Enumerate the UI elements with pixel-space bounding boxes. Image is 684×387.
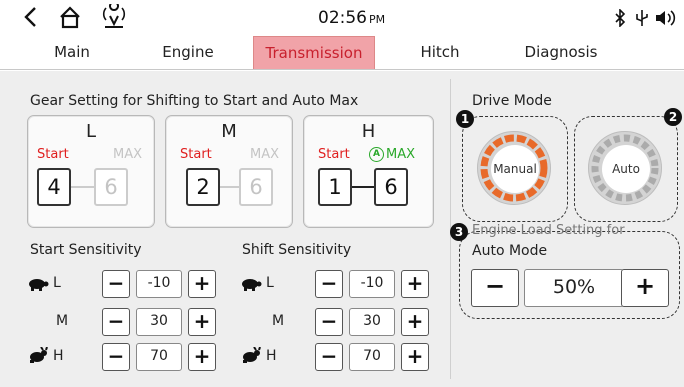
tab-main[interactable]: Main — [32, 36, 112, 69]
start-gear-value[interactable]: 1 — [318, 168, 352, 206]
tab-hitch[interactable]: Hitch — [400, 36, 480, 69]
rabbit-icon — [27, 346, 49, 367]
shift-m-value: 30 — [349, 308, 395, 336]
load-minus-button[interactable]: − — [471, 269, 519, 307]
start-l-value: -10 — [136, 270, 182, 298]
gear-card-h: H Start A MAX 1 6 — [303, 115, 434, 228]
status-bar: 02:56 PM — [0, 0, 684, 36]
clock-ampm: PM — [369, 13, 386, 26]
max-label: MAX — [386, 147, 416, 162]
row-label: L — [266, 275, 274, 291]
gear-setting-title: Gear Setting for Shifting to Start and A… — [30, 93, 359, 109]
auto-mode-button[interactable]: Auto — [588, 131, 662, 205]
gear-card-m: M Start MAX 2 6 — [165, 115, 293, 228]
tab-diagnosis[interactable]: Diagnosis — [516, 36, 606, 69]
auto-mode-label: Auto — [602, 145, 650, 193]
load-plus-button[interactable]: + — [621, 269, 669, 307]
shift-l-value: -10 — [349, 270, 395, 298]
volume-icon — [654, 9, 676, 31]
row-label: H — [53, 348, 64, 364]
gear-card-l: L Start MAX 4 6 — [27, 115, 155, 228]
location-signal-icon — [100, 1, 128, 36]
gear-letter: L — [85, 121, 97, 142]
max-gear-value[interactable]: 6 — [374, 168, 408, 206]
row-label: L — [53, 275, 61, 291]
gear-letter: H — [361, 121, 376, 142]
shift-sensitivity-title: Shift Sensitivity — [242, 242, 352, 258]
start-m-minus-button[interactable]: − — [102, 308, 130, 336]
max-gear-value[interactable]: 6 — [94, 168, 128, 206]
manual-mode-label: Manual — [491, 145, 539, 193]
auto-icon: A — [369, 147, 384, 162]
max-label: MAX — [113, 147, 143, 162]
row-label: M — [56, 313, 69, 329]
home-icon[interactable] — [58, 4, 82, 36]
start-l-minus-button[interactable]: − — [102, 270, 130, 298]
start-m-plus-button[interactable]: + — [188, 308, 216, 336]
load-setting-title-line1: Engine Load Setting for — [472, 223, 625, 238]
start-gear-value[interactable]: 4 — [37, 168, 71, 206]
callout-badge-3: 3 — [450, 223, 468, 241]
shift-m-plus-button[interactable]: + — [401, 308, 429, 336]
shift-h-plus-button[interactable]: + — [401, 343, 429, 371]
shift-h-minus-button[interactable]: − — [315, 343, 343, 371]
manual-mode-button[interactable]: Manual — [477, 131, 551, 205]
callout-badge-2: 2 — [664, 108, 682, 126]
drive-mode-title: Drive Mode — [472, 93, 552, 109]
tab-transmission[interactable]: Transmission — [253, 36, 375, 69]
bluetooth-icon — [614, 8, 626, 31]
start-label: Start — [318, 147, 350, 162]
start-l-plus-button[interactable]: + — [188, 270, 216, 298]
gear-letter: M — [221, 121, 237, 142]
start-label: Start — [37, 147, 69, 162]
transmission-panel: Gear Setting for Shifting to Start and A… — [0, 71, 684, 387]
rabbit-icon — [240, 346, 262, 367]
usb-icon — [634, 9, 650, 31]
start-m-value: 30 — [136, 308, 182, 336]
gear-link — [352, 186, 376, 188]
turtle-icon — [240, 276, 262, 295]
start-h-minus-button[interactable]: − — [102, 343, 130, 371]
tab-bar: Main Engine Transmission Hitch Diagnosis — [0, 36, 684, 70]
load-value: 50% — [524, 269, 624, 307]
turtle-icon — [27, 276, 49, 295]
shift-h-value: 70 — [349, 343, 395, 371]
row-label: M — [272, 313, 285, 329]
shift-l-minus-button[interactable]: − — [315, 270, 343, 298]
shift-l-plus-button[interactable]: + — [401, 270, 429, 298]
clock-time: 02:56 — [318, 8, 367, 28]
start-gear-value[interactable]: 2 — [186, 168, 220, 206]
row-label: H — [266, 348, 277, 364]
chevron-left-icon[interactable] — [22, 4, 40, 36]
shift-m-minus-button[interactable]: − — [315, 308, 343, 336]
max-label: MAX — [250, 147, 280, 162]
start-sensitivity-title: Start Sensitivity — [30, 242, 142, 258]
callout-badge-1: 1 — [456, 110, 474, 128]
start-h-value: 70 — [136, 343, 182, 371]
start-label: Start — [180, 147, 212, 162]
tab-engine[interactable]: Engine — [148, 36, 228, 69]
load-setting-title-line2: Auto Mode — [472, 243, 548, 259]
clock: 02:56 PM — [318, 8, 385, 28]
gear-link — [71, 186, 95, 188]
max-gear-value[interactable]: 6 — [239, 168, 273, 206]
start-h-plus-button[interactable]: + — [188, 343, 216, 371]
